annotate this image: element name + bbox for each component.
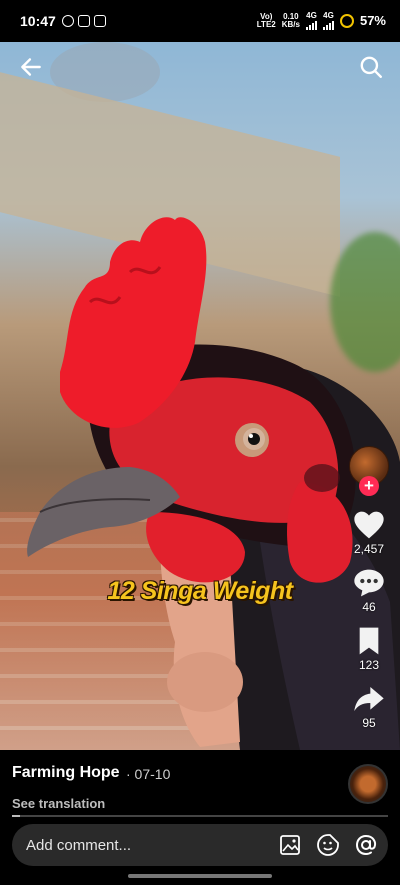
- comment-bar: Add comment...: [12, 824, 388, 866]
- save-button[interactable]: 123: [353, 626, 385, 672]
- comment-count: 46: [362, 600, 376, 614]
- signal-bars-icon: [305, 20, 317, 30]
- rooster-image: [27, 217, 400, 750]
- creator-avatar[interactable]: +: [349, 446, 389, 496]
- video-player[interactable]: 12 Singa Weight + 2,457 46 123 95: [0, 42, 400, 750]
- author-name[interactable]: Farming Hope: [12, 764, 120, 782]
- notification-icons: [61, 15, 106, 27]
- app-icon: [93, 15, 106, 27]
- share-icon: [354, 687, 384, 711]
- search-icon[interactable]: [358, 54, 384, 80]
- comment-input[interactable]: Add comment...: [26, 837, 264, 854]
- share-button[interactable]: 95: [353, 684, 385, 730]
- network-speed: 0.10 KB/s: [282, 13, 300, 29]
- post-date: · 07-10: [126, 766, 171, 782]
- like-count: 2,457: [353, 542, 385, 556]
- signal-4g-a: 4G: [305, 11, 317, 30]
- video-progress-bar[interactable]: [12, 815, 388, 817]
- video-caption: 12 Singa Weight: [107, 577, 293, 605]
- video-progress-fill: [12, 815, 20, 817]
- status-bar: 10:47 Vo) LTE2 0.10 KB/s 4G 4G 57%: [0, 0, 400, 42]
- emoji-sticker-icon[interactable]: [316, 833, 340, 857]
- back-arrow-icon[interactable]: [18, 54, 44, 80]
- post-info: Farming Hope · 07-10 See translation: [0, 750, 400, 818]
- bookmark-icon: [359, 627, 379, 655]
- signal-4g-b: 4G: [322, 11, 334, 30]
- save-count: 123: [358, 658, 380, 672]
- share-count: 95: [362, 716, 376, 730]
- status-time: 10:47: [20, 13, 56, 29]
- notification-icon: [77, 15, 90, 27]
- status-right: Vo) LTE2 0.10 KB/s 4G 4G 57%: [257, 12, 386, 30]
- heart-icon: [354, 511, 384, 539]
- battery-percent: 57%: [359, 13, 386, 28]
- comment-icon: [354, 569, 384, 597]
- like-button[interactable]: 2,457: [353, 510, 385, 556]
- net-4g-label-a: 4G: [306, 11, 317, 20]
- home-indicator[interactable]: [128, 874, 272, 878]
- follow-button[interactable]: +: [359, 476, 379, 496]
- battery-icon: [339, 14, 354, 28]
- action-rail: + 2,457 46 123 95: [348, 446, 390, 742]
- status-left: 10:47: [20, 13, 106, 29]
- whatsapp-icon: [61, 15, 74, 27]
- see-translation-link[interactable]: See translation: [12, 796, 105, 811]
- net-4g-label-b: 4G: [323, 11, 334, 20]
- music-disc-icon[interactable]: [348, 764, 388, 804]
- image-icon[interactable]: [278, 833, 302, 857]
- mention-icon[interactable]: [354, 833, 378, 857]
- signal-bars-icon: [322, 20, 334, 30]
- speed-unit: KB/s: [281, 20, 300, 29]
- volte-label: Vo) LTE2: [256, 12, 276, 29]
- comment-button[interactable]: 46: [353, 568, 385, 614]
